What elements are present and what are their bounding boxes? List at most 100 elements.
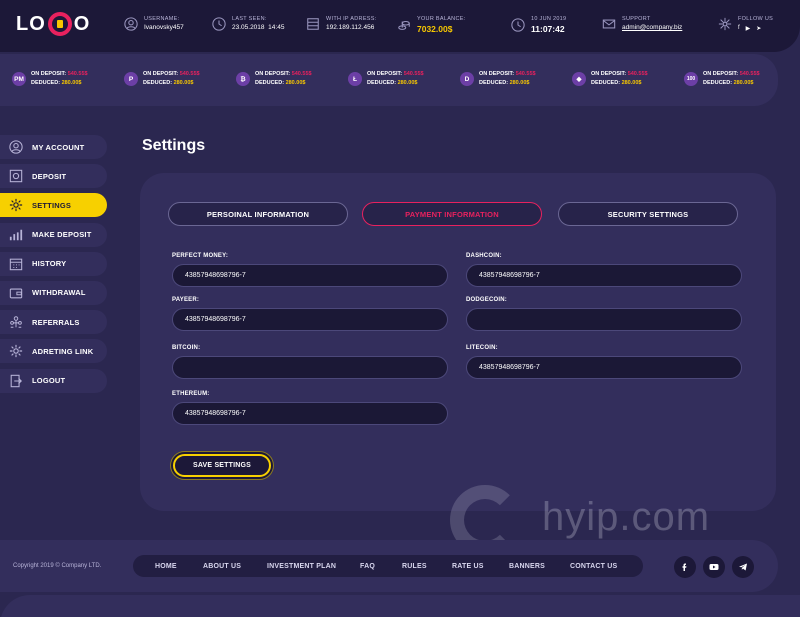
header: LO O USERNAME: Ivanovsky457 LAST SEEN: 2…: [0, 0, 800, 52]
dodgecoin-label: DODGECOIN:: [466, 297, 507, 303]
deposit-label: ON DEPOSIT:: [479, 71, 515, 77]
telegram-button[interactable]: [732, 556, 754, 578]
deduced-label: DEDUCED:: [255, 80, 285, 86]
sidebar-item-label: LOGOUT: [32, 376, 66, 385]
sidebar-item-label: REFERRALS: [32, 317, 80, 327]
sidebar-item-history[interactable]: HISTORY: [0, 251, 107, 276]
gear-icon: [9, 199, 23, 212]
dodgecoin-input[interactable]: [466, 308, 742, 331]
deduced-label: DEDUCED:: [703, 80, 733, 86]
deposit-label: ON DEPOSIT:: [703, 71, 739, 77]
bitcoin-field: BITCOIN:: [172, 345, 448, 379]
litecoin-input[interactable]: [466, 356, 742, 379]
ethereum-input[interactable]: [172, 402, 448, 425]
deduced-label: DEDUCED:: [367, 80, 397, 86]
youtube-icon[interactable]: ▶: [746, 25, 751, 32]
footer-link-about-us[interactable]: ABOUT US: [203, 563, 241, 570]
deposit-item-dashcoin: D ON DEPOSIT: 540.55$ DEDUCED: 280.00$: [460, 70, 536, 88]
ethereum-field: ETHEREUM:: [172, 391, 448, 425]
footer: Copyright 2019 © Company LTD. HOME ABOUT…: [0, 540, 778, 592]
tab-security-settings[interactable]: SECURITY SETTINGS: [558, 202, 738, 226]
footer-link-contact-us[interactable]: CONTACT US: [570, 563, 617, 570]
deposit-label: ON DEPOSIT:: [255, 71, 291, 77]
coins-icon: [398, 20, 410, 30]
support-info: SUPPORT admin@company.biz: [602, 16, 682, 31]
server-icon: [307, 17, 319, 30]
perfect-money-input[interactable]: [172, 264, 448, 287]
logout-icon: [10, 374, 22, 387]
bitcoin-label: BITCOIN:: [172, 345, 201, 351]
sidebar-item-label: WITHDRAWAL: [32, 288, 86, 298]
deduced-label: DEDUCED:: [143, 80, 173, 86]
footer-link-investment-plan[interactable]: INVESTMENT PLAN: [267, 563, 336, 570]
last-seen-info: LAST SEEN: 23.05.2018 14:45: [212, 16, 284, 31]
dashcoin-field: DASHCOIN:: [466, 253, 742, 287]
wallet-icon: [9, 288, 23, 299]
sidebar-item-adreting-link[interactable]: ADRETING LINK: [0, 339, 107, 364]
deposit-label: ON DEPOSIT:: [143, 71, 179, 77]
sidebar-item-deposit[interactable]: DEPOSIT: [0, 164, 107, 189]
deposit-item-payeer: P ON DEPOSIT: 540.55$ DEDUCED: 280.00$: [124, 70, 200, 88]
telegram-icon[interactable]: ➤: [756, 25, 761, 32]
payeer-input[interactable]: [172, 308, 448, 331]
settings-panel: PERSOINAL INFORMATION PAYMENT INFORMATIO…: [140, 173, 776, 511]
youtube-button[interactable]: [703, 556, 725, 578]
last-seen-date: 23.05.2018: [232, 24, 265, 31]
deduced-amount: 280.00$: [61, 80, 82, 86]
footer-link-home[interactable]: HOME: [155, 563, 177, 570]
facebook-icon[interactable]: f: [738, 25, 740, 32]
date-value: 10 JUN 2019: [531, 16, 567, 22]
deduced-label: DEDUCED:: [591, 80, 621, 86]
deduced-amount: 280.00$: [173, 80, 194, 86]
sidebar-item-make-deposit[interactable]: MAKE DEPOSIT: [0, 222, 107, 247]
username-info: USERNAME: Ivanovsky457: [124, 16, 184, 31]
sidebar-item-label: HISTORY: [32, 259, 67, 269]
bottom-bar: [0, 595, 800, 617]
people-icon: [10, 316, 22, 328]
last-seen-time: 14:45: [268, 24, 285, 31]
footer-link-banners[interactable]: BANNERS: [509, 563, 545, 570]
deposit-amount: 540.55$: [179, 71, 200, 77]
perfect-money-icon: PM: [12, 72, 26, 86]
username-label: USERNAME:: [144, 16, 180, 22]
deposit-item-bitcoin: ₿ ON DEPOSIT: 540.55$ DEDUCED: 280.00$: [236, 70, 312, 88]
footer-link-rules[interactable]: RULES: [402, 563, 427, 570]
tab-payment-information[interactable]: PAYMENT INFORMATION: [362, 202, 542, 226]
chart-icon: [9, 229, 23, 240]
sidebar-item-my-account[interactable]: MY ACCOUNT: [0, 135, 107, 159]
deposit-amount: 540.55$: [515, 71, 536, 77]
tab-personal-information[interactable]: PERSOINAL INFORMATION: [168, 202, 348, 226]
sidebar-item-logout[interactable]: LOGOUT: [0, 368, 107, 393]
footer-link-faq[interactable]: FAQ: [360, 563, 375, 570]
sidebar-item-label: MAKE DEPOSIT: [32, 230, 92, 240]
facebook-icon: [682, 563, 687, 571]
deduced-label: DEDUCED:: [31, 80, 61, 86]
facebook-button[interactable]: [674, 556, 696, 578]
support-email-link[interactable]: admin@company.biz: [622, 24, 682, 31]
perfect-money-label: PERFECT MONEY:: [172, 253, 229, 259]
litecoin-icon: Ł: [348, 72, 362, 86]
sidebar-item-label: DEPOSIT: [32, 171, 67, 181]
save-settings-button[interactable]: SAVE SETTINGS: [173, 454, 271, 477]
sidebar-item-referrals[interactable]: REFERRALS: [0, 310, 107, 335]
dashcoin-icon: D: [460, 72, 474, 86]
deposits-strip: PM ON DEPOSIT: 540.55$ DEDUCED: 280.00$ P…: [0, 54, 778, 106]
dashcoin-input[interactable]: [466, 264, 742, 287]
coin-100-icon: 100: [684, 72, 698, 86]
clock-icon: [212, 16, 226, 31]
payeer-icon: P: [124, 72, 138, 86]
ip-value: 192.189.112.456: [326, 24, 375, 31]
deposit-item-pm: PM ON DEPOSIT: 540.55$ DEDUCED: 280.00$: [12, 70, 88, 88]
logo[interactable]: LO O: [16, 12, 90, 36]
ip-label: WITH IP ADRESS:: [326, 16, 377, 22]
footer-link-rate-us[interactable]: RATE US: [452, 563, 484, 570]
bitcoin-input[interactable]: [172, 356, 448, 379]
link-icon: [9, 345, 23, 358]
payeer-field: PAYEER:: [172, 297, 448, 331]
ethereum-icon: ◆: [572, 72, 586, 86]
dodgecoin-field: DODGECOIN:: [466, 297, 742, 331]
sidebar-item-withdrawal[interactable]: WITHDRAWAL: [0, 280, 107, 305]
deposit-label: ON DEPOSIT:: [31, 71, 67, 77]
sidebar-item-settings[interactable]: SETTINGS: [0, 193, 107, 218]
mail-icon: [602, 19, 616, 28]
